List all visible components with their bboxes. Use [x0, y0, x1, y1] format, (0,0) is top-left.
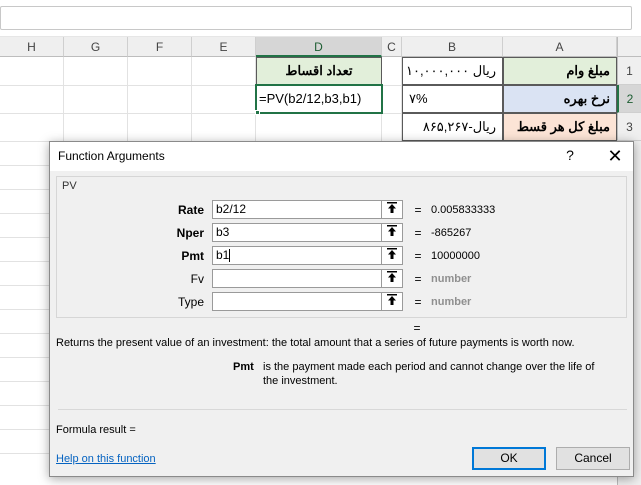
- param-name: Pmt: [233, 361, 254, 373]
- dialog-title: Function Arguments: [58, 149, 165, 163]
- row-header-1[interactable]: 1: [617, 57, 641, 85]
- pmt-collapse-button[interactable]: [381, 246, 403, 265]
- grid-line: [0, 165, 50, 166]
- upload-arrow-icon: [387, 294, 397, 305]
- row-header-2[interactable]: 2: [617, 85, 641, 113]
- grid-line: [0, 213, 50, 214]
- cell-a2[interactable]: نرخ بهره: [503, 85, 617, 113]
- cancel-button[interactable]: Cancel: [556, 447, 630, 470]
- grid-line: [0, 309, 50, 310]
- function-arguments-dialog: Function Arguments ? ✕ PV Rate b2/12 = 0…: [49, 141, 634, 477]
- cell-b3[interactable]: ریال-۸۶۵,۲۶۷: [402, 113, 503, 141]
- cell-a1[interactable]: مبلغ وام: [503, 57, 617, 85]
- arg-label-rate: Rate: [177, 203, 204, 217]
- formula-bar[interactable]: [0, 6, 632, 30]
- fv-input[interactable]: [212, 269, 382, 288]
- grid-line: [0, 429, 50, 430]
- grid-line: [63, 57, 64, 141]
- param-description-line-2: the investment.: [263, 375, 338, 387]
- equals-sign: =: [414, 295, 422, 309]
- close-icon[interactable]: ✕: [598, 143, 632, 170]
- grid-line: [0, 189, 50, 190]
- type-input[interactable]: [212, 292, 382, 311]
- fill-handle[interactable]: [255, 110, 260, 115]
- pmt-result: 10000000: [431, 250, 480, 262]
- column-header-f[interactable]: F: [128, 37, 192, 57]
- rate-result: 0.005833333: [431, 204, 496, 216]
- separator: [58, 409, 627, 410]
- upload-arrow-icon: [387, 225, 397, 236]
- fv-collapse-button[interactable]: [381, 269, 403, 288]
- rate-collapse-button[interactable]: [381, 200, 403, 219]
- upload-arrow-icon: [387, 202, 397, 213]
- grid-line: [127, 57, 128, 141]
- help-on-function-link[interactable]: Help on this function: [56, 453, 156, 465]
- cell-b1[interactable]: ریال ۱۰,۰۰۰,۰۰۰: [402, 57, 503, 85]
- help-icon[interactable]: ?: [562, 147, 578, 163]
- equals-sign: =: [414, 226, 422, 240]
- formula-bar-area: [0, 0, 641, 37]
- upload-arrow-icon: [387, 248, 397, 259]
- nper-result: -865267: [431, 227, 472, 239]
- arg-label-type: Type: [177, 295, 204, 309]
- arg-label-nper: Nper: [176, 226, 204, 240]
- equals-sign: =: [414, 203, 422, 217]
- formula-result-label: Formula result =: [56, 424, 136, 436]
- select-all-corner[interactable]: [617, 37, 641, 57]
- column-header-g[interactable]: G: [64, 37, 128, 57]
- function-result-equals: =: [413, 321, 421, 335]
- row-header-3[interactable]: 3: [617, 113, 641, 141]
- equals-sign: =: [414, 272, 422, 286]
- upload-arrow-icon: [387, 271, 397, 282]
- nper-input[interactable]: b3: [212, 223, 382, 242]
- column-header-b[interactable]: B: [402, 37, 503, 57]
- column-header-e[interactable]: E: [192, 37, 256, 57]
- column-header-h[interactable]: H: [0, 37, 64, 57]
- column-header-d[interactable]: D: [256, 37, 382, 57]
- function-name: PV: [62, 180, 77, 192]
- fv-result: number: [431, 273, 472, 285]
- rate-input[interactable]: b2/12: [212, 200, 382, 219]
- arg-label-pmt: Pmt: [181, 249, 204, 263]
- nper-collapse-button[interactable]: [381, 223, 403, 242]
- cell-a3[interactable]: مبلغ کل هر قسط: [503, 113, 617, 141]
- function-description: Returns the present value of an investme…: [56, 337, 575, 349]
- grid-line: [191, 57, 192, 141]
- cell-d2-active[interactable]: =PV(b2/12,b3,b1): [255, 84, 383, 114]
- grid-line: [0, 237, 50, 238]
- grid-line: [0, 357, 50, 358]
- type-result: number: [431, 296, 472, 308]
- dialog-title-bar[interactable]: Function Arguments ? ✕: [50, 142, 633, 171]
- grid-line: [0, 261, 50, 262]
- param-description-line-1: is the payment made each period and cann…: [263, 361, 595, 373]
- text-cursor: [229, 249, 231, 263]
- grid-line: [0, 405, 50, 406]
- pmt-input-value: b1: [216, 248, 230, 262]
- type-collapse-button[interactable]: [381, 292, 403, 311]
- pmt-input[interactable]: b1: [212, 246, 382, 265]
- column-header-a[interactable]: A: [503, 37, 617, 57]
- arg-label-fv: Fv: [190, 272, 204, 286]
- grid-line: [0, 453, 50, 454]
- grid-line: [0, 333, 50, 334]
- ok-button[interactable]: OK: [472, 447, 546, 470]
- grid-line: [0, 381, 50, 382]
- grid-line: [0, 285, 50, 286]
- equals-sign: =: [414, 249, 422, 263]
- cell-b2[interactable]: ۷%: [402, 85, 503, 113]
- cell-d1[interactable]: تعداد اقساط: [256, 57, 382, 85]
- column-header-c[interactable]: C: [382, 37, 402, 57]
